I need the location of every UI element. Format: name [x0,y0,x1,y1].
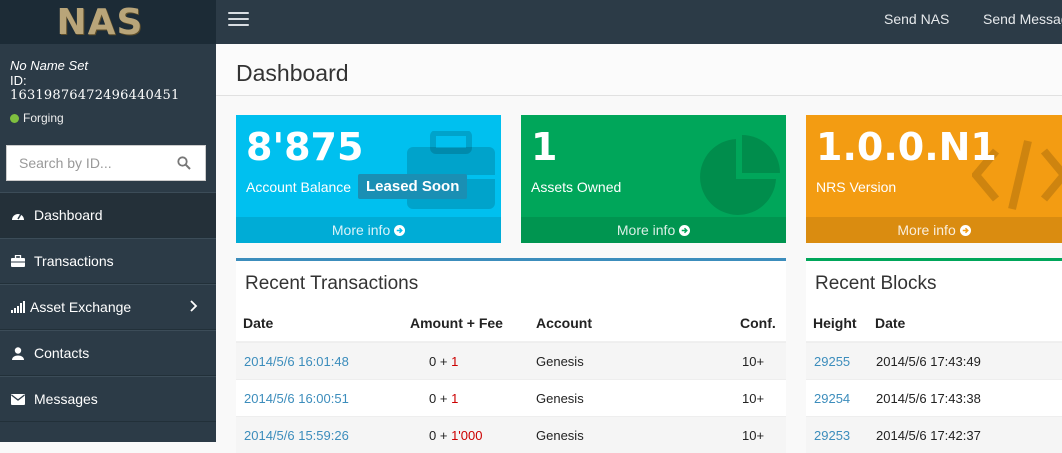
column-header: Conf. [740,315,776,331]
table-row: 29253 2014/5/6 17:42:37 [806,416,1062,453]
block-height-link[interactable]: 29255 [814,354,850,369]
block-date: 2014/5/6 17:42:37 [876,428,981,443]
transaction-amount: 0 + 1 [429,354,459,369]
sidebar-item-asset-exchange[interactable]: Asset Exchange [0,284,216,330]
app-logo: NAS [0,0,216,44]
menu-toggle-icon[interactable] [228,12,249,30]
sidebar-item-label: Asset Exchange [30,299,132,315]
signal-icon [11,300,25,314]
forging-status-label: Forging [23,111,64,125]
sidebar-menu: Dashboard Transactions Asset Exchange Co… [0,192,216,422]
transaction-date-link[interactable]: 2014/5/6 15:59:26 [244,428,349,443]
block-date: 2014/5/6 17:43:49 [876,354,981,369]
transaction-confirmations: 10+ [742,354,765,369]
transaction-confirmations: 10+ [742,391,765,406]
assets-owned-box: 1 Assets Owned More info [521,115,786,243]
account-balance-label: Account Balance [246,179,352,195]
account-balance-value: 8'875 [246,125,364,169]
transaction-account: Genesis [536,354,584,369]
transaction-date-link[interactable]: 2014/5/6 16:01:48 [244,354,349,369]
status-dot-icon [10,113,19,123]
page-title: Dashboard [236,60,349,86]
table-row: 2014/5/6 15:59:26 0 + 1'000 Genesis 10+ [236,416,786,453]
briefcase-icon [407,131,495,209]
lease-status-badge: Leased Soon [358,174,468,199]
column-header: Amount + Fee [410,315,503,331]
transaction-amount: 0 + 1 [429,391,459,406]
table-row: 29254 2014/5/6 17:43:38 [806,379,1062,416]
table-row: 2014/5/6 16:00:51 0 + 1 Genesis 10+ [236,379,786,416]
column-header: Date [875,315,906,331]
envelope-icon [11,392,25,406]
transaction-date-link[interactable]: 2014/5/6 16:00:51 [244,391,349,406]
transaction-amount: 0 + 1'000 [429,428,483,443]
block-height-link[interactable]: 29254 [814,391,850,406]
nrs-version-more-info[interactable]: More info [806,217,1062,243]
assets-owned-more-info[interactable]: More info [521,217,786,243]
arrow-circle-right-icon [959,225,971,236]
block-date: 2014/5/6 17:43:38 [876,391,981,406]
account-balance-box: 8'875 Account Balance Leased Soon More i… [236,115,501,243]
search-input[interactable] [7,155,167,171]
sidebar-item-dashboard[interactable]: Dashboard [0,192,216,238]
nrs-version-box: 1.0.0.N1 NRS Version More info [806,115,1062,243]
nrs-version-value: 1.0.0.N1 [816,125,997,169]
arrow-circle-right-icon [679,225,691,236]
user-name: No Name Set [10,58,89,73]
panel-title: Recent Transactions [245,273,419,294]
sidebar-item-label: Dashboard [34,207,103,223]
table-header: Date Amount + Fee Account Conf. [236,312,786,342]
more-info-label: More info [897,222,956,238]
transaction-account: Genesis [536,391,584,406]
user-id-label: ID: [10,73,27,88]
send-nas-link[interactable]: Send NAS [884,11,949,27]
more-info-label: More info [331,222,391,238]
account-balance-more-info[interactable]: More info [236,217,501,243]
search-icon[interactable] [177,156,191,170]
sidebar-item-contacts[interactable]: Contacts [0,330,216,376]
sidebar-item-transactions[interactable]: Transactions [0,238,216,284]
sidebar-item-messages[interactable]: Messages [0,376,216,422]
content-header: Dashboard [216,44,1062,96]
transaction-confirmations: 10+ [742,428,765,443]
assets-owned-label: Assets Owned [531,179,622,195]
sidebar: NAS No Name Set ID: 16319876472496440451… [0,0,216,442]
column-header: Account [536,315,592,331]
send-message-link[interactable]: Send Message [983,11,1062,27]
panel-title: Recent Blocks [815,273,937,294]
table-row: 29255 2014/5/6 17:43:49 [806,342,1062,379]
assets-owned-value: 1 [531,125,558,169]
transaction-account: Genesis [536,428,584,443]
user-icon [11,346,25,360]
briefcase-icon [11,254,25,268]
sidebar-item-label: Transactions [34,253,114,269]
top-navbar: Send NAS Send Message [216,0,1062,44]
column-header: Date [243,315,274,331]
sidebar-item-label: Contacts [34,345,90,361]
column-header: Height [813,315,857,331]
forging-status: Forging [10,111,206,125]
table-header: Height Date [806,312,1062,342]
recent-transactions-panel: Recent Transactions Date Amount + Fee Ac… [236,258,786,453]
user-id: 16319876472496440451 [10,88,180,103]
search-box [6,145,206,181]
table-row: 2014/5/6 16:01:48 0 + 1 Genesis 10+ [236,342,786,379]
pie-chart-icon [700,135,780,215]
arrow-circle-right-icon [394,225,406,236]
more-info-label: More info [616,222,676,238]
nrs-version-label: NRS Version [816,179,897,195]
block-height-link[interactable]: 29253 [814,428,850,443]
chevron-right-icon [190,299,198,315]
dashboard-icon [11,208,25,222]
recent-blocks-panel: Recent Blocks Height Date 29255 2014/5/6… [806,258,1062,453]
sidebar-item-label: Messages [34,391,98,407]
